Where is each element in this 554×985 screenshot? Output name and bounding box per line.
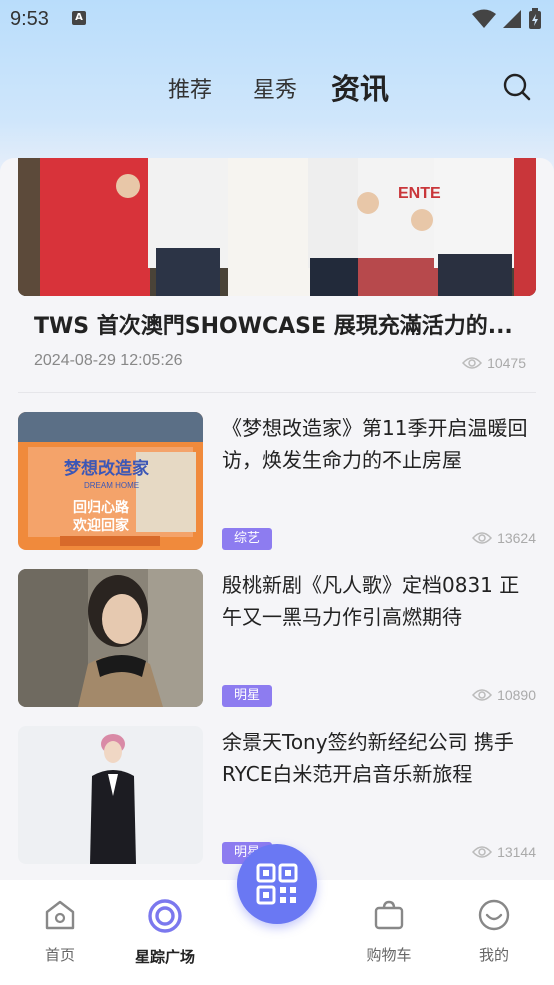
svg-text:回归心路: 回归心路	[73, 499, 130, 516]
notification-icon: A	[72, 11, 86, 25]
article-title[interactable]: 殷桃新剧《凡人歌》定档0831 正午又一黑马力作引高燃期待	[222, 569, 538, 633]
view-count: 10890	[497, 687, 536, 703]
qr-scan-button[interactable]	[237, 844, 317, 924]
list-item[interactable]: 梦想改造家 DREAM HOME 回归心路 欢迎回家 《梦想改造家》第11季开启…	[0, 412, 554, 552]
divider	[18, 392, 536, 393]
article-thumbnail	[18, 569, 203, 707]
signal-icon	[503, 10, 521, 28]
status-bar: 9:53 A	[0, 0, 554, 40]
article-thumbnail	[18, 726, 203, 864]
hero-title[interactable]: TWS 首次澳門SHOWCASE 展現充滿活力的...	[34, 308, 514, 340]
tab-star-show[interactable]: 星秀	[253, 72, 297, 104]
view-count: 13144	[497, 844, 536, 860]
nav-star-square[interactable]: 星踪广场	[125, 898, 205, 967]
eye-icon	[472, 532, 493, 544]
nav-label: 购物车	[366, 946, 412, 964]
nav-label: 首页	[44, 946, 75, 964]
tab-news[interactable]: 资讯	[331, 66, 389, 108]
list-item[interactable]: 殷桃新剧《凡人歌》定档0831 正午又一黑马力作引高燃期待 明星 10890	[0, 569, 554, 709]
category-tag[interactable]: 综艺	[222, 528, 273, 550]
search-icon[interactable]	[502, 72, 532, 102]
view-count: 13624	[497, 530, 536, 546]
eye-icon	[472, 689, 493, 701]
svg-text:ENTE: ENTE	[398, 185, 441, 202]
top-nav: 推荐 星秀 资讯	[0, 60, 554, 116]
nav-home[interactable]: 首页	[20, 898, 100, 965]
hero-views: 10475	[462, 355, 526, 371]
article-views: 10890	[472, 687, 536, 703]
svg-text:梦想改造家: 梦想改造家	[64, 458, 149, 479]
eye-icon	[472, 846, 493, 858]
article-views: 13624	[472, 530, 536, 546]
nav-label: 我的	[478, 946, 509, 964]
nav-profile[interactable]: 我的	[454, 898, 534, 965]
nav-cart[interactable]: 购物车	[349, 898, 429, 965]
cart-icon	[374, 900, 404, 930]
svg-text:DREAM HOME: DREAM HOME	[84, 481, 139, 490]
bottom-nav: 首页 星踪广场 购物车 我的	[0, 844, 554, 985]
nav-label: 星踪广场	[134, 948, 195, 966]
article-title[interactable]: 余景天Tony签约新经纪公司 携手RYCE白米范开启音乐新旅程	[222, 726, 538, 790]
home-icon	[45, 900, 75, 930]
view-count: 10475	[487, 355, 526, 371]
smile-icon	[478, 899, 510, 931]
article-views: 13144	[472, 844, 536, 860]
wifi-icon	[472, 9, 496, 28]
hero-image: ENTE	[18, 158, 536, 296]
article-thumbnail: 梦想改造家 DREAM HOME 回归心路 欢迎回家	[18, 412, 203, 550]
svg-text:欢迎回家: 欢迎回家	[72, 517, 130, 534]
tab-recommend[interactable]: 推荐	[168, 72, 212, 104]
qr-code-icon	[256, 863, 298, 905]
status-time: 9:53	[10, 8, 49, 30]
category-tag[interactable]: 明星	[222, 685, 273, 707]
target-icon	[148, 899, 182, 933]
article-title[interactable]: 《梦想改造家》第11季开启温暖回访，焕发生命力的不止房屋	[222, 412, 538, 476]
eye-icon	[462, 357, 483, 369]
battery-icon	[529, 8, 541, 29]
news-feed[interactable]: ENTE TWS 首次澳門SHOWCASE 展現充滿活力的... 2024-08…	[0, 158, 554, 880]
status-icons	[472, 8, 542, 30]
hero-date: 2024-08-29 12:05:26	[34, 352, 183, 369]
